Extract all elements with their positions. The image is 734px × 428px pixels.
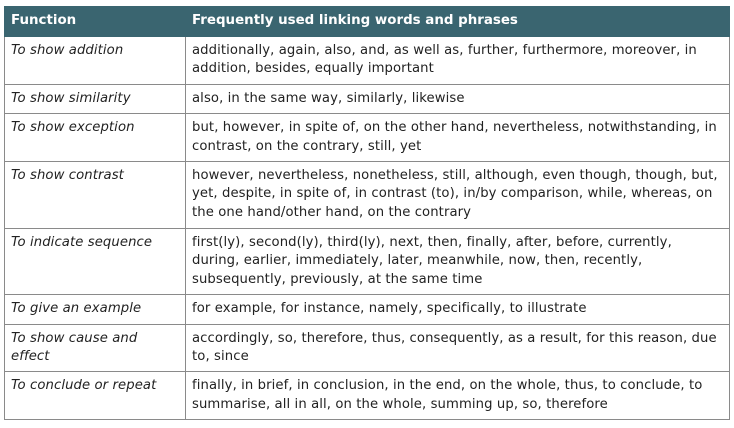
table-row: To show similarity also, in the same way… [4,83,730,115]
table-row: To conclude or repeat finally, in brief,… [4,371,730,421]
linking-words-table: Function Frequently used linking words a… [4,6,730,421]
function-cell: To give an example [4,294,186,325]
phrases-cell: also, in the same way, similarly, likewi… [185,83,730,115]
table-row: To indicate sequence first(ly), second(l… [4,228,730,296]
phrases-cell: however, nevertheless, nonetheless, stil… [185,161,730,230]
header-function: Function [4,6,186,37]
phrases-cell: but, however, in spite of, on the other … [185,113,730,163]
phrases-cell: for example, for instance, namely, speci… [185,294,730,325]
phrases-cell: accordingly, so, therefore, thus, conseq… [185,323,730,373]
table-header: Function Frequently used linking words a… [4,6,730,37]
function-cell: To show similarity [4,83,186,115]
function-cell: To conclude or repeat [4,371,186,421]
table-row: To give an example for example, for inst… [4,294,730,325]
phrases-cell: first(ly), second(ly), third(ly), next, … [185,228,730,296]
table-row: To show addition additionally, again, al… [4,36,730,85]
phrases-cell: finally, in brief, in conclusion, in the… [185,371,730,421]
function-cell: To show addition [4,36,186,85]
page: Function Frequently used linking words a… [0,0,734,428]
function-cell: To show cause and effect [4,323,186,373]
function-cell: To indicate sequence [4,228,186,296]
function-cell: To show exception [4,113,186,163]
header-phrases: Frequently used linking words and phrase… [185,6,730,37]
table-row: To show contrast however, nevertheless, … [4,161,730,230]
table-row: To show cause and effect accordingly, so… [4,323,730,373]
header-row: Function Frequently used linking words a… [4,6,730,37]
table-body: To show addition additionally, again, al… [4,36,730,421]
function-cell: To show contrast [4,161,186,230]
phrases-cell: additionally, again, also, and, as well … [185,36,730,85]
table-row: To show exception but, however, in spite… [4,113,730,163]
